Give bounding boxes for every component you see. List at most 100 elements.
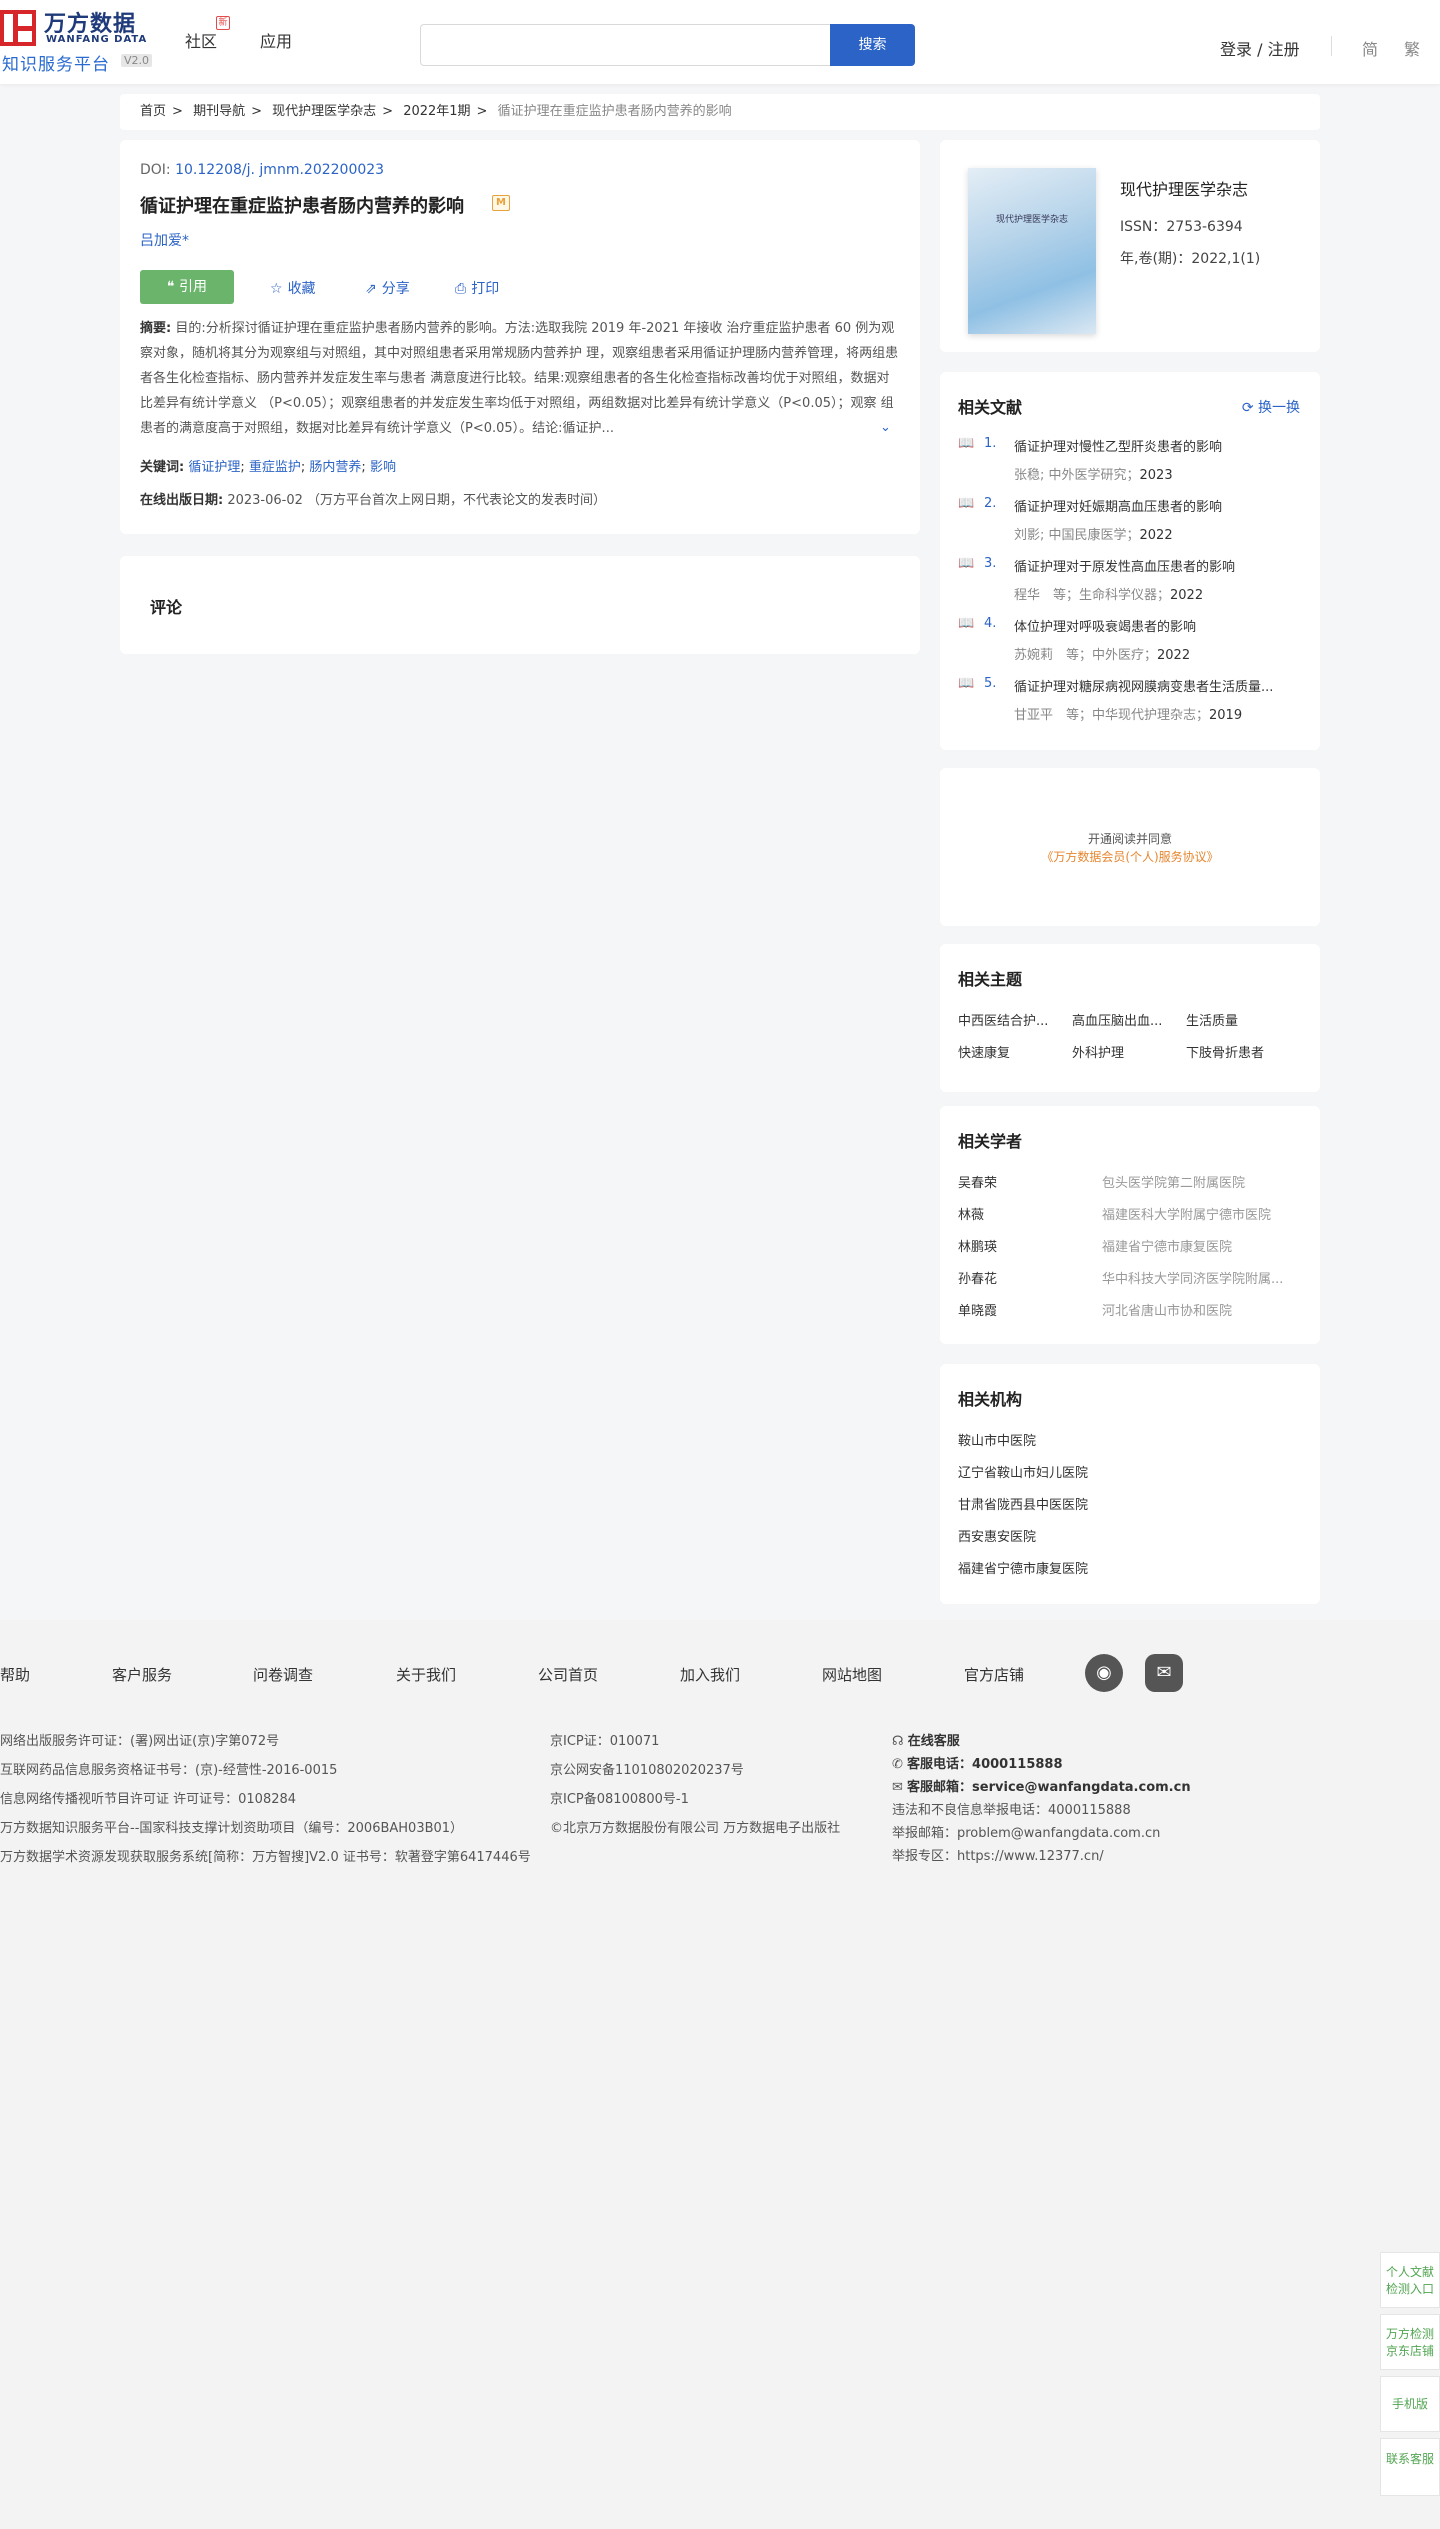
- related-scholars-card: 相关学者 吴春荣 包头医学院第二附属医院 林薇 福建医科大学附属宁德市医院 林鹏…: [940, 1106, 1320, 1344]
- scholar-org[interactable]: 福建医科大学附属宁德市医院: [1102, 1204, 1302, 1223]
- breadcrumb-journal[interactable]: 现代护理医学杂志: [272, 104, 376, 119]
- scholar-org[interactable]: 华中科技大学同济医学院附属...: [1102, 1268, 1302, 1287]
- topics-title: 相关主题: [958, 970, 1023, 989]
- org-link[interactable]: 福建省宁德市康复医院: [958, 1558, 1088, 1577]
- keyword-link[interactable]: 循证护理: [188, 460, 240, 475]
- float-doc-check[interactable]: 个人文献检测入口: [1380, 2252, 1440, 2308]
- doi-line: DOI: 10.12208/j. jmnm.202200023: [140, 162, 384, 178]
- related-year: 2022: [1157, 648, 1191, 663]
- related-title-text[interactable]: 循证护理对慢性乙型肝炎患者的影响: [1014, 436, 1304, 455]
- scholar-name[interactable]: 林薇: [958, 1204, 984, 1223]
- abstract-text: 目的:分析探讨循证护理在重症监护患者肠内营养的影响。方法:选取我院 2019 年…: [140, 321, 899, 436]
- print-label: 打印: [471, 281, 500, 297]
- footer-company[interactable]: 公司首页: [538, 1664, 598, 1685]
- lang-simplified[interactable]: 简: [1362, 36, 1378, 60]
- member-agreement-link[interactable]: 《万方数据会员(个人)服务协议》: [940, 848, 1320, 865]
- scholar-org[interactable]: 福建省宁德市康复医院: [1102, 1236, 1302, 1255]
- related-year: 2019: [1209, 708, 1243, 723]
- email-label: 客服邮箱：: [907, 1780, 973, 1795]
- search-button[interactable]: 搜索: [830, 24, 915, 66]
- scholar-org[interactable]: 包头医学院第二附属医院: [1102, 1172, 1302, 1191]
- keyword-link[interactable]: 肠内营养: [309, 460, 361, 475]
- topic-link[interactable]: 高血压脑出血...: [1072, 1010, 1172, 1029]
- related-title-text[interactable]: 循证护理对妊娠期高血压患者的影响: [1014, 496, 1304, 515]
- author-link[interactable]: 吕加爱*: [140, 230, 189, 250]
- org-link[interactable]: 甘肃省陇西县中医医院: [958, 1494, 1088, 1513]
- online-service-label: 在线客服: [907, 1734, 960, 1749]
- scholar-name[interactable]: 单晓霞: [958, 1300, 997, 1319]
- footer-join[interactable]: 加入我们: [680, 1664, 740, 1685]
- journal-name[interactable]: 现代护理医学杂志: [1120, 176, 1248, 200]
- scholar-org[interactable]: 河北省唐山市协和医院: [1102, 1300, 1302, 1319]
- print-button[interactable]: ⎙ 打印: [455, 278, 499, 298]
- expand-chevron-icon[interactable]: ⌄: [880, 420, 891, 435]
- nav-apps[interactable]: 应用: [260, 28, 292, 52]
- related-title-text[interactable]: 体位护理对呼吸衰竭患者的影响: [1014, 616, 1304, 635]
- footer-survey[interactable]: 问卷调查: [253, 1664, 313, 1685]
- footer-license: 万方数据学术资源发现获取服务系统[简称：万方智搜]V2.0 证书号：软著登字第6…: [0, 1850, 531, 1865]
- float-mobile[interactable]: 手机版: [1380, 2376, 1440, 2432]
- weibo-icon[interactable]: ◉: [1085, 1654, 1123, 1692]
- float-contact[interactable]: 联系客服: [1380, 2438, 1440, 2496]
- online-service-link[interactable]: ☊ 在线客服: [892, 1730, 960, 1749]
- related-title-text[interactable]: 循证护理对糖尿病视网膜病变患者生活质量...: [1014, 676, 1304, 695]
- keyword-link[interactable]: 影响: [370, 460, 396, 475]
- breadcrumb-issue[interactable]: 2022年1期: [403, 104, 470, 119]
- scholar-name[interactable]: 吴春荣: [958, 1172, 997, 1191]
- org-link[interactable]: 辽宁省鞍山市妇儿医院: [958, 1462, 1088, 1481]
- topic-link[interactable]: 中西医结合护...: [958, 1010, 1058, 1029]
- scholar-name[interactable]: 孙春花: [958, 1268, 997, 1287]
- keywords: 关键词: 循证护理; 重症监护; 肠内营养; 影响: [140, 460, 396, 475]
- breadcrumb-journals[interactable]: 期刊导航: [193, 104, 245, 119]
- share-button[interactable]: ⇗ 分享: [365, 278, 410, 298]
- related-meta: 苏婉莉 等；中外医疗；2022: [1014, 644, 1190, 663]
- mendeley-icon[interactable]: M: [492, 195, 510, 211]
- comment-card: 评论: [120, 556, 920, 654]
- swap-button[interactable]: ⟳ 换一换: [1242, 397, 1300, 417]
- search-input[interactable]: [420, 24, 830, 66]
- book-icon: 📖: [958, 556, 975, 571]
- footer-icp: 京ICP备08100800号-1: [550, 1792, 689, 1807]
- collect-button[interactable]: ☆ 收藏: [270, 278, 316, 298]
- footer-store[interactable]: 官方店铺: [964, 1664, 1024, 1685]
- footer-help[interactable]: 帮助: [0, 1664, 30, 1685]
- abstract: 摘要: 目的:分析探讨循证护理在重症监护患者肠内营养的影响。方法:选取我院 20…: [140, 316, 900, 441]
- mail-icon: ✉: [892, 1780, 908, 1795]
- topic-link[interactable]: 快速康复: [958, 1042, 1058, 1061]
- report-zone[interactable]: 举报专区：https://www.12377.cn/: [892, 1845, 1104, 1864]
- breadcrumb-home[interactable]: 首页: [140, 104, 166, 119]
- nav-community[interactable]: 社区: [185, 28, 217, 52]
- footer-license: 信息网络传播视听节目许可证 许可证号：0108284: [0, 1792, 297, 1807]
- report-phone: 违法和不良信息举报电话：4000115888: [892, 1803, 1131, 1818]
- topic-link[interactable]: 生活质量: [1186, 1010, 1286, 1029]
- doi-link[interactable]: 10.12208/j. jmnm.202200023: [175, 162, 384, 178]
- topic-link[interactable]: 下肢骨折患者: [1186, 1042, 1286, 1061]
- org-link[interactable]: 西安惠安医院: [958, 1526, 1036, 1545]
- related-title-text[interactable]: 循证护理对于原发性高血压患者的影响: [1014, 556, 1304, 575]
- cite-button[interactable]: ❝ 引用: [140, 270, 234, 304]
- footer-sitemap[interactable]: 网站地图: [822, 1664, 882, 1685]
- keywords-label: 关键词:: [140, 460, 185, 475]
- pubdate-label: 在线出版日期:: [140, 493, 224, 508]
- org-link[interactable]: 鞍山市中医院: [958, 1430, 1036, 1449]
- journal-card: 现代护理医学杂志 现代护理医学杂志 ISSN：2753-6394 年,卷(期)：…: [940, 140, 1320, 352]
- topic-link[interactable]: 外科护理: [1072, 1042, 1172, 1061]
- footer-customer-service[interactable]: 客户服务: [112, 1664, 172, 1685]
- phone-icon: ✆: [892, 1757, 908, 1772]
- headset-icon: ☊: [892, 1734, 908, 1749]
- lang-traditional[interactable]: 繁: [1404, 36, 1420, 60]
- journal-cover[interactable]: 现代护理医学杂志: [968, 168, 1096, 334]
- login-register-link[interactable]: 登录 / 注册: [1220, 36, 1300, 60]
- wanfang-logo[interactable]: 万方数据 WANFANG DATA 知识服务平台 V2.0: [0, 6, 155, 76]
- book-icon: 📖: [958, 676, 975, 691]
- related-num: 1.: [984, 436, 997, 451]
- footer-about[interactable]: 关于我们: [396, 1664, 456, 1685]
- related-num: 3.: [984, 556, 997, 571]
- scholar-name[interactable]: 林鹏瑛: [958, 1236, 997, 1255]
- wechat-icon[interactable]: ✉: [1145, 1654, 1183, 1692]
- float-jd-store[interactable]: 万方检测京东店铺: [1380, 2314, 1440, 2370]
- online-pub-date: 在线出版日期: 2023-06-02 （万方平台首次上网日期，不代表论文的发表时…: [140, 489, 606, 508]
- footer-license: 互联网药品信息服务资格证书号：(京)-经营性-2016-0015: [0, 1763, 338, 1778]
- printer-icon: ⎙: [455, 281, 467, 297]
- keyword-link[interactable]: 重症监护: [249, 460, 301, 475]
